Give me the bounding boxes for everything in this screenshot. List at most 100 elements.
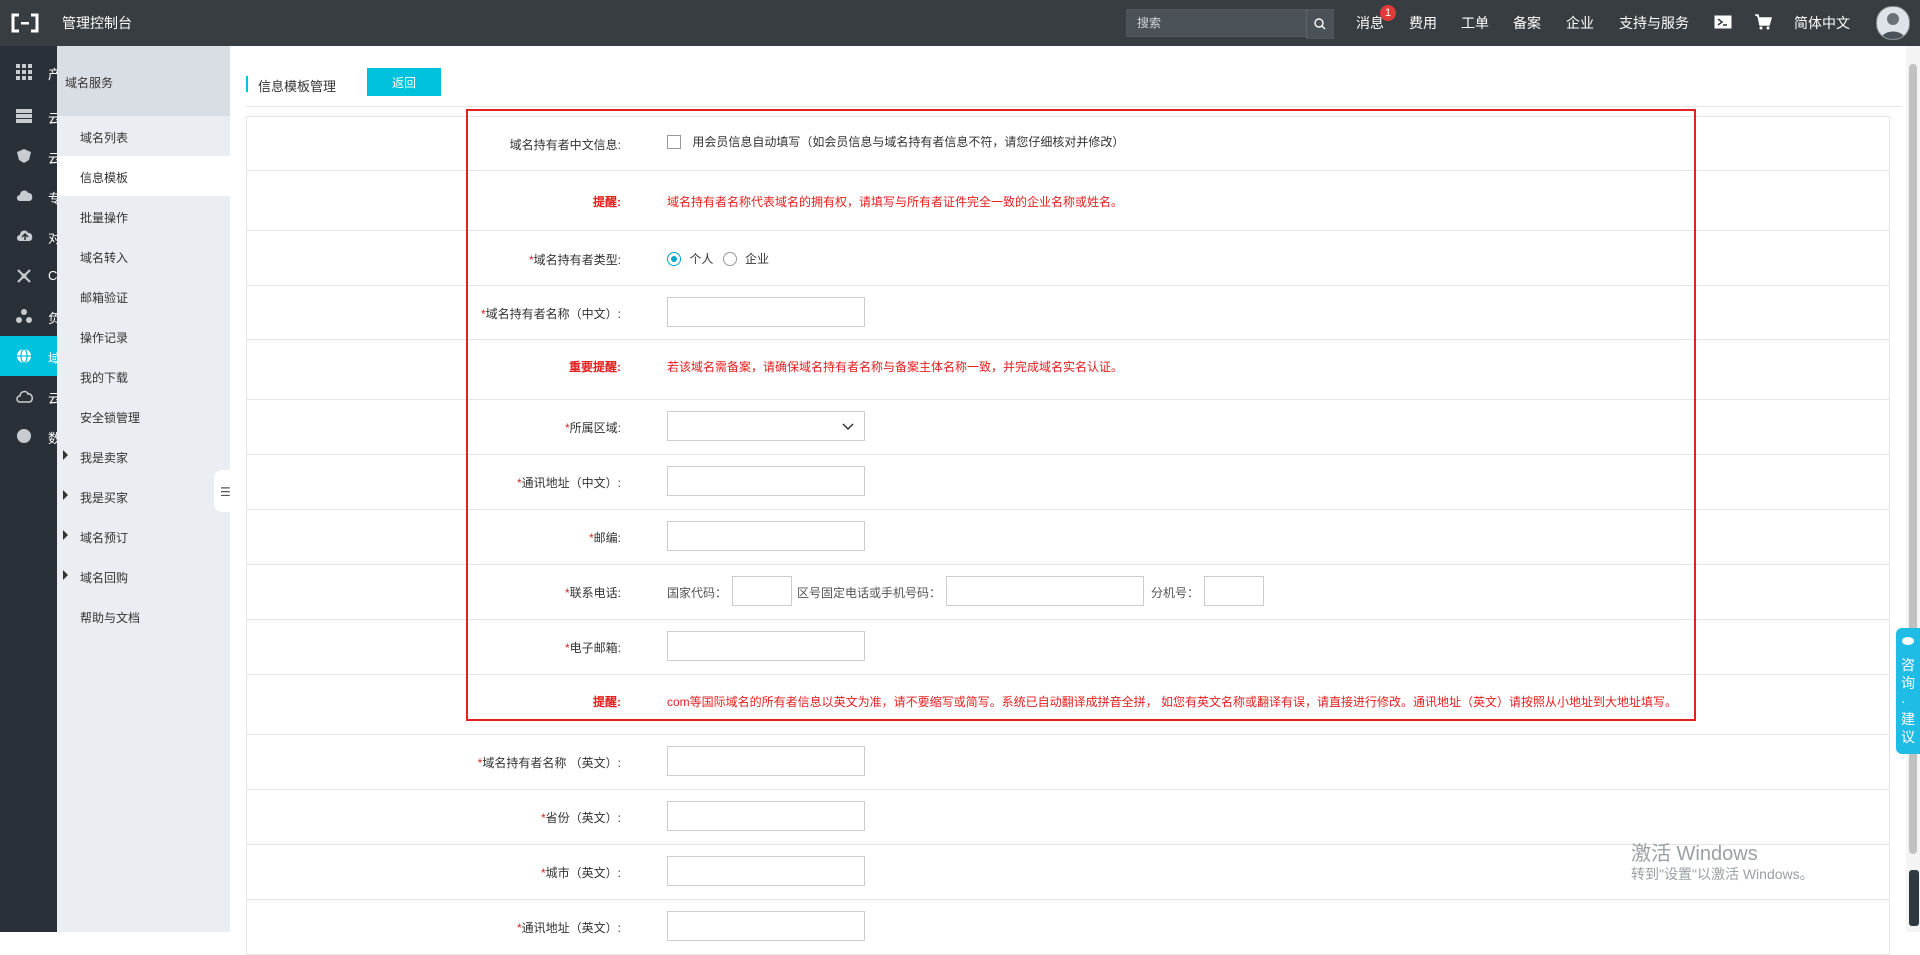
domain-service-sidebar: 域名服务 域名列表 信息模板 批量操作 域名转入 邮箱验证 操作记录 我的下载 … xyxy=(57,46,230,932)
country-code-input[interactable] xyxy=(732,576,792,606)
phone-number-input[interactable] xyxy=(946,576,1144,606)
radio-enterprise-label[interactable]: 企业 xyxy=(745,252,769,266)
rail-item-domains[interactable]: 域 xyxy=(0,336,57,376)
terminal-icon[interactable] xyxy=(1714,15,1732,29)
network-icon xyxy=(17,269,31,283)
rail-label: 对 xyxy=(48,231,57,246)
nav-enterprise[interactable]: 企业 xyxy=(1566,13,1594,33)
search-box[interactable] xyxy=(1126,9,1308,37)
page-scrollbar[interactable] xyxy=(1906,46,1920,932)
province-en-input[interactable] xyxy=(667,801,865,831)
city-en-input[interactable] xyxy=(667,856,865,886)
field-label: *域名持有者名称（中文）: xyxy=(480,307,621,321)
sidebar-title-text: 域名服务 xyxy=(65,76,114,90)
holder-name-en-input[interactable] xyxy=(667,746,865,776)
rail-item-balancer[interactable]: 负 xyxy=(0,296,57,336)
sidebar-item-buyback[interactable]: 域名回购 xyxy=(57,556,230,596)
zip-input[interactable] xyxy=(667,521,865,551)
search-input[interactable] xyxy=(1127,10,1287,36)
radio-individual-label[interactable]: 个人 xyxy=(689,252,713,266)
nav-tickets[interactable]: 工单 xyxy=(1461,13,1489,33)
console-title[interactable]: 管理控制台 xyxy=(62,13,132,33)
cloud-icon xyxy=(17,190,33,201)
rail-label: 云 xyxy=(48,151,57,166)
sidebar-item-buyer[interactable]: 我是买家 xyxy=(57,476,230,516)
radio-individual[interactable] xyxy=(667,251,681,266)
sidebar-item-info-template[interactable]: 信息模板 xyxy=(57,156,230,196)
cart-icon[interactable] xyxy=(1754,14,1772,30)
address-cn-input[interactable] xyxy=(667,466,865,496)
rail-item-network[interactable]: C xyxy=(0,256,57,296)
rail-item-data[interactable]: 数 xyxy=(0,416,57,456)
region-select[interactable] xyxy=(667,411,865,441)
product-rail: 产 云 云 专 对 C 负 域 云 数 xyxy=(0,46,57,932)
aliyun-logo-icon[interactable] xyxy=(10,12,40,34)
tip-label: 提醒: xyxy=(593,195,621,209)
form-row-address-cn: *通讯地址（中文）: xyxy=(247,455,1889,510)
nav-icp[interactable]: 备案 xyxy=(1513,13,1541,33)
extension-input[interactable] xyxy=(1204,576,1264,606)
nav-support[interactable]: 支持与服务 xyxy=(1619,13,1689,33)
sidebar-item-label: 邮箱验证 xyxy=(80,291,129,305)
cloud-upload-icon xyxy=(17,230,33,241)
form-row-holder-type: *域名持有者类型: 个人 企业 xyxy=(247,231,1889,286)
expand-caret-icon xyxy=(63,570,68,580)
address-en-input[interactable] xyxy=(667,911,865,941)
form-row-name-cn: *域名持有者名称（中文）: xyxy=(247,286,1889,340)
rail-item-products[interactable]: 产 xyxy=(0,52,57,92)
field-label: 域名持有者中文信息: xyxy=(509,138,621,152)
form-row-cn-info: 域名持有者中文信息: 用会员信息自动填写（如会员信息与域名持有者信息不符，请您仔… xyxy=(247,117,1889,171)
server-icon xyxy=(16,109,32,123)
field-label: *域名持有者名称 （英文）: xyxy=(477,756,621,770)
sidebar-item-reserve[interactable]: 域名预订 xyxy=(57,516,230,556)
field-label: *通讯地址（中文）: xyxy=(516,476,621,490)
sidebar-item-label: 域名预订 xyxy=(80,531,129,545)
sidebar-item-domain-list[interactable]: 域名列表 xyxy=(57,116,230,156)
field-label: *通讯地址（英文）: xyxy=(516,921,621,935)
consult-feedback-button[interactable]: 咨询·建议 xyxy=(1896,628,1920,754)
sidebar-item-label: 我是卖家 xyxy=(80,451,129,465)
nav-language[interactable]: 简体中文 xyxy=(1794,13,1850,33)
rail-item-storage[interactable]: 对 xyxy=(0,216,57,256)
rail-label: 专 xyxy=(48,191,57,206)
sidebar-item-email-verify[interactable]: 邮箱验证 xyxy=(57,276,230,316)
grid-icon xyxy=(16,64,32,80)
rail-item-cloud[interactable]: 专 xyxy=(0,176,57,216)
form-row-email: *电子邮箱: xyxy=(247,620,1889,675)
sidebar-item-help[interactable]: 帮助与文档 xyxy=(57,596,230,636)
back-button[interactable]: 返回 xyxy=(367,68,441,96)
autofill-checkbox[interactable] xyxy=(667,134,681,149)
rail-label: 云 xyxy=(48,111,57,126)
form-row-region: *所属区域: xyxy=(247,400,1889,455)
search-button[interactable] xyxy=(1306,9,1334,39)
sidebar-item-transfer-in[interactable]: 域名转入 xyxy=(57,236,230,276)
side-widget[interactable] xyxy=(1909,870,1919,926)
sidebar-item-security-lock[interactable]: 安全锁管理 xyxy=(57,396,230,436)
form-row-tip-1: 提醒: 域名持有者名称代表域名的拥有权，请填写与所有者证件完全一致的企业名称或姓… xyxy=(247,171,1889,231)
rail-item-shield[interactable]: 云 xyxy=(0,136,57,176)
sidebar-item-op-log[interactable]: 操作记录 xyxy=(57,316,230,356)
sidebar-item-seller[interactable]: 我是卖家 xyxy=(57,436,230,476)
load-balancer-icon xyxy=(16,309,32,323)
sidebar-item-batch-ops[interactable]: 批量操作 xyxy=(57,196,230,236)
activation-watermark-text: 转到"设置"以激活 Windows。 xyxy=(1631,866,1814,882)
avatar[interactable] xyxy=(1876,6,1910,40)
field-label: *省份（英文）: xyxy=(540,811,621,825)
autofill-checkbox-label[interactable]: 用会员信息自动填写（如会员信息与域名持有者信息不符，请您仔细核对并修改） xyxy=(692,135,1124,149)
radio-enterprise[interactable] xyxy=(722,251,737,266)
sidebar-item-downloads[interactable]: 我的下载 xyxy=(57,356,230,396)
rail-item-server[interactable]: 云 xyxy=(0,96,57,136)
page-header: 信息模板管理 返回 xyxy=(246,66,1902,107)
nav-billing[interactable]: 费用 xyxy=(1409,13,1437,33)
rail-item-apps[interactable]: 云 xyxy=(0,376,57,416)
chat-icon xyxy=(1902,637,1914,645)
search-icon xyxy=(1314,18,1326,30)
sidebar-item-label: 信息模板 xyxy=(80,171,129,185)
extension-label: 分机号： xyxy=(1151,586,1200,600)
header-accent xyxy=(246,76,248,92)
rail-label: 域 xyxy=(48,351,57,366)
email-input[interactable] xyxy=(667,631,865,661)
sidebar-collapse-toggle[interactable]: ☰ xyxy=(214,470,231,512)
holder-name-cn-input[interactable] xyxy=(667,297,865,327)
chevron-down-icon xyxy=(842,423,854,431)
